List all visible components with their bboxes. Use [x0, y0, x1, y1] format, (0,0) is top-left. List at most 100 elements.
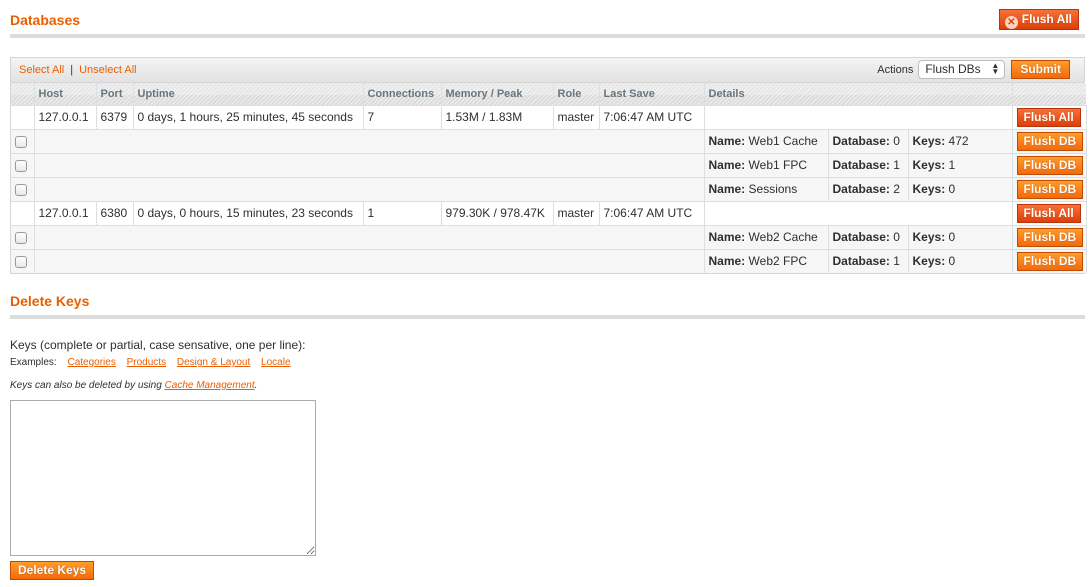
flush-db-button[interactable]: Flush DB: [1016, 179, 1084, 199]
last-save-cell: 7:06:47 AM UTC: [599, 104, 705, 129]
db-details-cell: Name: Web1 FPC Database: 1 Keys: 1: [704, 152, 1013, 177]
action-cell: Flush DB: [1012, 224, 1087, 249]
connections-cell: 1: [363, 200, 442, 225]
db-name-label: Name:: [708, 134, 746, 148]
grid-toolbar: Select All | Unselect All Actions Flush DB…: [11, 58, 1084, 83]
col-role[interactable]: Role: [553, 83, 600, 105]
db-keys-value: 472: [948, 134, 969, 148]
select-cell: [11, 152, 35, 177]
flush-db-button[interactable]: Flush DB: [1016, 155, 1084, 175]
col-host[interactable]: Host: [34, 83, 97, 105]
db-index: Database: 0: [829, 226, 909, 249]
example-link-design-layout[interactable]: Design & Layout: [177, 357, 250, 368]
actions-select[interactable]: Flush DBs ▲ ▼: [918, 60, 1006, 79]
note-suffix: .: [254, 380, 258, 391]
example-link-products[interactable]: Products: [127, 357, 166, 368]
db-keys-value: 1: [948, 158, 956, 172]
select-all-link[interactable]: Select All: [19, 64, 64, 76]
db-row: Name: Web1 Cache Database: 0 Keys: 472 F…: [11, 128, 1087, 153]
submit-button[interactable]: Submit: [1011, 60, 1070, 79]
col-action: [1012, 83, 1086, 105]
example-link-locale[interactable]: Locale: [261, 357, 290, 368]
actions-area: Actions Flush DBs ▲ ▼ Submit: [877, 60, 1070, 79]
db-name: Name: Web2 Cache: [705, 226, 829, 249]
db-keys: Keys: 0: [909, 182, 960, 196]
col-connections[interactable]: Connections: [363, 83, 442, 105]
db-checkbox[interactable]: [15, 231, 27, 244]
db-name-label: Name:: [708, 182, 746, 196]
select-cell: [11, 224, 35, 249]
db-index-value: 1: [893, 158, 900, 172]
db-checkbox[interactable]: [15, 256, 27, 269]
db-checkbox[interactable]: [15, 159, 27, 172]
last-save-cell: 7:06:47 AM UTC: [599, 200, 705, 225]
keys-textarea[interactable]: [10, 400, 316, 556]
db-checkbox[interactable]: [15, 135, 27, 148]
flush-all-button[interactable]: ✕ Flush All: [998, 9, 1079, 30]
examples-line: Examples: Categories Products Design & L…: [10, 357, 291, 368]
db-name-value: Web2 FPC: [748, 254, 807, 269]
server-flush-all-button[interactable]: Flush All: [1016, 203, 1081, 223]
db-index-label: Database:: [832, 134, 890, 148]
delete-keys-button[interactable]: Delete Keys: [10, 561, 95, 580]
db-name-value: Web1 FPC: [748, 158, 807, 172]
unselect-all-link[interactable]: Unselect All: [79, 64, 136, 76]
col-select: [11, 83, 35, 105]
flush-db-button[interactable]: Flush DB: [1016, 251, 1084, 271]
action-cell: Flush DB: [1012, 176, 1087, 201]
details-cell: [704, 200, 1013, 225]
server-row: 127.0.0.1 6380 0 days, 0 hours, 15 minut…: [11, 200, 1087, 225]
example-link-categories[interactable]: Categories: [67, 357, 115, 368]
db-index-value: 1: [893, 254, 900, 269]
separator: |: [70, 64, 74, 76]
db-name-value: Web1 Cache: [748, 134, 818, 148]
db-index-label: Database:: [832, 182, 890, 196]
databases-table: Host Port Uptime Connections Memory / Pe…: [11, 83, 1087, 273]
col-details[interactable]: Details: [704, 83, 1013, 105]
delete-keys-title: Delete Keys: [10, 293, 90, 309]
host-cell: 127.0.0.1: [34, 104, 97, 129]
flush-db-button[interactable]: Flush DB: [1016, 227, 1084, 247]
db-keys-value: 0: [948, 230, 956, 244]
actions-label: Actions: [877, 63, 914, 76]
db-row: Name: Web1 FPC Database: 1 Keys: 1 Flush…: [11, 152, 1087, 177]
col-port[interactable]: Port: [96, 83, 134, 105]
select-cell: [11, 248, 35, 273]
db-checkbox[interactable]: [15, 183, 27, 196]
port-cell: 6380: [96, 200, 134, 225]
db-name-label: Name:: [708, 230, 746, 244]
memory-cell: 1.53M / 1.83M: [441, 104, 554, 129]
spacer-cell: [34, 248, 705, 273]
uptime-cell: 0 days, 1 hours, 25 minutes, 45 seconds: [133, 104, 364, 129]
role-cell: master: [553, 104, 600, 129]
keys-field-label: Keys (complete or partial, case sensativ…: [10, 338, 306, 352]
col-last-save[interactable]: Last Save: [599, 83, 705, 105]
action-cell: Flush DB: [1012, 248, 1087, 273]
select-cell: [11, 176, 35, 201]
server-flush-all-button[interactable]: Flush All: [1016, 107, 1081, 127]
db-row: Name: Web2 Cache Database: 0 Keys: 0 Flu…: [11, 224, 1087, 249]
action-cell: Flush All: [1012, 104, 1087, 129]
action-cell: Flush DB: [1012, 152, 1087, 177]
db-index: Database: 0: [829, 130, 909, 153]
db-details-cell: Name: Sessions Database: 2 Keys: 0: [704, 176, 1013, 201]
db-index-value: 0: [893, 134, 900, 148]
db-keys-label: Keys:: [912, 158, 946, 172]
action-cell: Flush All: [1012, 200, 1087, 225]
server-row: 127.0.0.1 6379 0 days, 1 hours, 25 minut…: [11, 104, 1087, 129]
mass-action-links: Select All | Unselect All: [19, 64, 137, 76]
examples-label: Examples:: [10, 357, 57, 368]
action-cell: Flush DB: [1012, 128, 1087, 153]
empty-cell: [11, 200, 35, 225]
db-keys-label: Keys:: [912, 230, 946, 244]
db-name: Name: Web1 FPC: [705, 154, 829, 177]
db-name-value: Sessions: [748, 182, 798, 196]
cache-management-link[interactable]: Cache Management: [165, 380, 255, 391]
col-memory[interactable]: Memory / Peak: [441, 83, 554, 105]
flush-db-button[interactable]: Flush DB: [1016, 131, 1084, 151]
uptime-cell: 0 days, 0 hours, 15 minutes, 23 seconds: [133, 200, 364, 225]
spacer-cell: [34, 152, 705, 177]
col-uptime[interactable]: Uptime: [133, 83, 364, 105]
db-keys: Keys: 0: [909, 254, 960, 268]
db-name: Name: Web2 FPC: [705, 250, 829, 273]
